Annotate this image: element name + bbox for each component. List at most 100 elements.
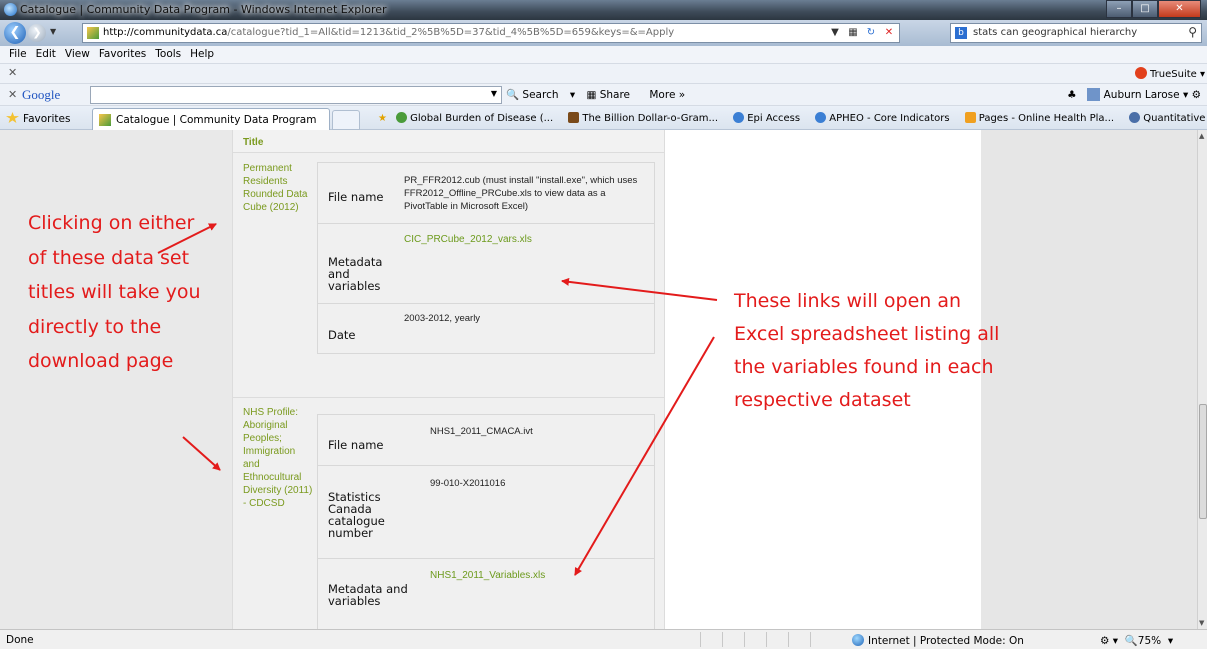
- field-label: Metadata and variables: [328, 582, 408, 608]
- field-row-catalogue: Statistics Canada catalogue number 99-01…: [318, 466, 654, 559]
- address-url[interactable]: http://communitydata.ca/catalogue?tid_1=…: [103, 27, 674, 38]
- dataset-title-link[interactable]: Permanent Residents Rounded Data Cube (2…: [243, 162, 313, 214]
- search-icon[interactable]: ⚲: [1188, 25, 1197, 39]
- compatibility-view-icon[interactable]: ▦: [845, 25, 861, 41]
- close-button[interactable]: ✕: [1158, 0, 1201, 18]
- field-value: NHS1_2011_CMACA.ivt: [430, 426, 533, 437]
- fav-link-epi-access[interactable]: Epi Access: [733, 112, 806, 124]
- history-dropdown-icon[interactable]: ▼: [50, 27, 56, 36]
- annotation-right: These links will open an Excel spreadshe…: [734, 290, 1000, 411]
- title-bar: Catalogue | Community Data Program - Win…: [0, 0, 1207, 20]
- field-label: Date: [328, 328, 356, 342]
- table-header-title[interactable]: Title: [233, 130, 664, 153]
- field-label: File name: [328, 190, 384, 204]
- refresh-icon[interactable]: ↻: [863, 25, 879, 41]
- forward-button[interactable]: ❯: [28, 24, 46, 42]
- status-bar: Done Internet | Protected Mode: On ⚙ ▾ 🔍…: [0, 629, 1207, 649]
- metadata-link[interactable]: NHS1_2011_Variables.xls: [430, 570, 545, 581]
- search-query[interactable]: stats can geographical hierarchy: [973, 27, 1137, 38]
- dataset-fields: File name NHS1_2011_CMACA.ivt Statistics…: [317, 414, 655, 629]
- globe-icon: [852, 634, 864, 646]
- menu-tools[interactable]: Tools: [150, 46, 185, 60]
- fav-link-pages[interactable]: Pages - Online Health Pla...: [964, 112, 1120, 124]
- menu-view[interactable]: View: [60, 46, 94, 60]
- menu-favorites[interactable]: Favorites: [94, 46, 150, 60]
- field-row-file: File name NHS1_2011_CMACA.ivt: [318, 415, 654, 466]
- field-value: 2003-2012, yearly: [404, 313, 481, 324]
- maximize-button[interactable]: □: [1132, 0, 1158, 18]
- google-logo: Google: [22, 87, 61, 102]
- avatar: [1086, 88, 1100, 101]
- fav-link-billion-dollar[interactable]: The Billion Dollar-o-Gram...: [568, 112, 724, 124]
- window-title: Catalogue | Community Data Program - Win…: [20, 3, 387, 16]
- fav-link-apheo[interactable]: APHEO - Core Indicators: [815, 112, 955, 124]
- table-row: Permanent Residents Rounded Data Cube (2…: [233, 153, 664, 398]
- address-row: ❮ ❯ ▼ http://communitydata.ca/catalogue?…: [0, 20, 1207, 46]
- address-bar[interactable]: http://communitydata.ca/catalogue?tid_1=…: [82, 23, 900, 43]
- zoom-icon: 🔍: [1124, 635, 1138, 647]
- window-controls: – □ ✕: [1106, 0, 1201, 18]
- menu-bar: File Edit View Favorites Tools Help: [0, 46, 1207, 64]
- catalogue-table: Title Permanent Residents Rounded Data C…: [232, 130, 665, 629]
- star-icon: [6, 112, 19, 123]
- field-row-file: File name PR_FFR2012.cub (must install "…: [318, 163, 654, 224]
- tab-title: Catalogue | Community Data Program: [116, 114, 317, 126]
- search-box[interactable]: b stats can geographical hierarchy ⚲: [950, 23, 1202, 43]
- add-favorite-icon[interactable]: ★: [378, 113, 387, 124]
- ie-icon: [4, 3, 17, 16]
- favorites-button[interactable]: Favorites: [6, 112, 70, 125]
- annotation-left: Clicking on either of these data set tit…: [28, 212, 201, 372]
- site-favicon-icon: [87, 27, 99, 39]
- dataset-fields: File name PR_FFR2012.cub (must install "…: [317, 162, 655, 354]
- stop-icon[interactable]: ✕: [881, 25, 897, 41]
- google-search-input[interactable]: ▼: [90, 86, 502, 104]
- lock-icon: ⚙: [1100, 635, 1110, 647]
- wrench-icon[interactable]: ⚙: [1192, 89, 1201, 101]
- truesuite-toolbar: ✕ TrueSuite ▾: [0, 64, 1207, 84]
- field-label: File name: [328, 438, 384, 452]
- tab-favicon-icon: [99, 114, 111, 126]
- notification-bell-icon[interactable]: ♣: [1067, 89, 1076, 101]
- close-toolbar-icon[interactable]: ✕: [8, 66, 17, 79]
- table-row: NHS Profile: Aboriginal Peoples; Immigra…: [233, 398, 664, 629]
- truesuite-icon: [1135, 67, 1148, 79]
- google-more-button[interactable]: More »: [649, 89, 685, 101]
- zoom-control[interactable]: ⚙ ▾ 🔍75% ▾: [1100, 634, 1173, 647]
- chevron-down-icon[interactable]: ▼: [491, 89, 497, 98]
- menu-help[interactable]: Help: [185, 46, 218, 60]
- vertical-scrollbar[interactable]: ▲ ▼: [1197, 130, 1207, 629]
- back-button[interactable]: ❮: [4, 22, 26, 44]
- field-row-date: Date 2003-2012, yearly: [318, 304, 654, 353]
- minimize-button[interactable]: –: [1106, 0, 1132, 18]
- fav-link-global-burden[interactable]: Global Burden of Disease (...: [396, 112, 559, 124]
- menu-file[interactable]: File: [0, 46, 31, 60]
- field-value: 99-010-X2011016: [430, 478, 506, 489]
- right-margin: [981, 130, 1197, 629]
- address-dropdown-icon[interactable]: ▼: [827, 25, 843, 41]
- field-value: PR_FFR2012.cub (must install "install.ex…: [404, 175, 638, 212]
- google-user-menu[interactable]: ♣ Auburn Larose ▾ ⚙: [1067, 88, 1201, 101]
- field-label: Metadata and variables: [328, 255, 383, 293]
- page-viewport: Title Permanent Residents Rounded Data C…: [0, 130, 1197, 629]
- truesuite-button[interactable]: TrueSuite ▾: [1135, 67, 1205, 80]
- scroll-down-icon[interactable]: ▼: [1199, 619, 1204, 627]
- tab-catalogue[interactable]: Catalogue | Community Data Program: [92, 108, 330, 130]
- menu-edit[interactable]: Edit: [31, 46, 60, 60]
- scroll-up-icon[interactable]: ▲: [1199, 132, 1204, 140]
- google-search-button[interactable]: 🔍 Search ▾: [506, 89, 575, 101]
- bing-icon: b: [955, 27, 967, 39]
- fav-link-quantitative-tools[interactable]: Quantitative Tools: [1129, 112, 1207, 124]
- favorites-bar: Favorites Catalogue | Community Data Pro…: [0, 106, 1207, 130]
- new-tab-button[interactable]: [332, 110, 360, 130]
- google-toolbar: ✕ Google ▼ 🔍 Search ▾ ▦ Share More » ♣ A…: [0, 84, 1207, 106]
- close-google-toolbar-icon[interactable]: ✕: [8, 88, 17, 101]
- metadata-link[interactable]: CIC_PRCube_2012_vars.xls: [404, 234, 532, 245]
- google-share-button[interactable]: ▦ Share: [586, 89, 638, 101]
- status-text: Done: [6, 634, 34, 646]
- dataset-title-link[interactable]: NHS Profile: Aboriginal Peoples; Immigra…: [243, 406, 313, 510]
- favorites-links: ★ Global Burden of Disease (... The Bill…: [378, 112, 1207, 124]
- field-row-metadata: Metadata and variables NHS1_2011_Variabl…: [318, 559, 654, 629]
- field-row-metadata: Metadata and variables CIC_PRCube_2012_v…: [318, 224, 654, 304]
- security-zone[interactable]: Internet | Protected Mode: On: [852, 634, 1024, 647]
- scrollbar-thumb[interactable]: [1199, 404, 1207, 519]
